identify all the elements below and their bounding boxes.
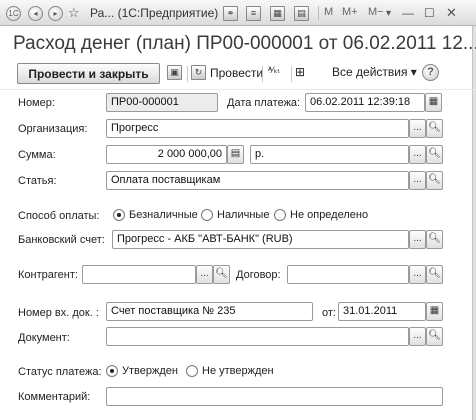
post-button-label: Провести bbox=[210, 65, 264, 80]
search-icon[interactable]: 🔍︎ bbox=[426, 230, 443, 249]
radio-undefined[interactable]: Не определено bbox=[274, 209, 368, 221]
incoming-doc-label: Номер вх. док. : bbox=[18, 307, 99, 319]
radio-icon bbox=[106, 365, 118, 377]
counterparty-field[interactable] bbox=[82, 265, 196, 284]
payment-status-label: Статус платежа: bbox=[18, 366, 102, 378]
pay-date-label: Дата платежа: bbox=[227, 97, 301, 109]
radio-approved[interactable]: Утвержден bbox=[106, 365, 178, 377]
forward-arrow-icon[interactable]: ▸ bbox=[48, 5, 63, 21]
toolbar: Провести и закрыть ▣ ↻ Провести ᴬ⁄ₖₜ ⊞ В… bbox=[10, 60, 466, 86]
search-icon[interactable]: 🔍︎ bbox=[426, 145, 443, 164]
select-button[interactable]: ... bbox=[196, 265, 213, 284]
radio-icon bbox=[201, 209, 213, 221]
radio-label: Утвержден bbox=[122, 365, 178, 377]
separator bbox=[187, 66, 188, 82]
radio-label: Не определено bbox=[290, 209, 369, 221]
radio-label: Не утвержден bbox=[202, 365, 274, 377]
close-icon[interactable]: ✕ bbox=[446, 5, 457, 21]
contract-field[interactable] bbox=[287, 265, 409, 284]
document-label: Документ: bbox=[18, 332, 70, 344]
select-button[interactable]: ... bbox=[409, 265, 426, 284]
calculator-icon[interactable]: ▤ bbox=[294, 5, 309, 21]
pay-date-field[interactable]: 06.02.2011 12:39:18 bbox=[305, 93, 425, 112]
article-field[interactable]: Оплата поставщикам bbox=[106, 171, 409, 190]
maximize-icon[interactable]: ☐ bbox=[424, 5, 435, 21]
comment-label: Комментарий: bbox=[18, 391, 91, 403]
select-button[interactable]: ... bbox=[409, 171, 426, 190]
counterparty-label: Контрагент: bbox=[18, 269, 78, 281]
document-icon[interactable]: ≡ bbox=[246, 5, 261, 21]
radio-icon bbox=[113, 209, 125, 221]
separator bbox=[291, 66, 292, 82]
pay-method-label: Способ оплаты: bbox=[18, 210, 100, 222]
search-icon[interactable]: 🔍︎ bbox=[426, 265, 443, 284]
radio-label: Безналичные bbox=[129, 209, 198, 221]
select-button[interactable]: ... bbox=[409, 145, 426, 164]
radio-cashless[interactable]: Безналичные bbox=[113, 209, 198, 221]
radio-icon bbox=[186, 365, 198, 377]
currency-field[interactable]: р. bbox=[250, 145, 409, 164]
organization-label: Организация: bbox=[18, 123, 88, 135]
divider bbox=[0, 89, 476, 90]
minimize-icon[interactable]: — bbox=[402, 5, 414, 21]
calculator-icon[interactable]: ▤ bbox=[227, 145, 244, 164]
select-button[interactable]: ... bbox=[409, 230, 426, 249]
document-field[interactable] bbox=[106, 327, 409, 346]
bank-account-label: Банковский счет: bbox=[18, 234, 105, 246]
radio-label: Наличные bbox=[217, 209, 270, 221]
sum-field[interactable]: 2 000 000,00 bbox=[106, 145, 227, 164]
calendar-icon[interactable]: ▦ bbox=[425, 93, 442, 112]
number-label: Номер: bbox=[18, 97, 55, 109]
organization-field[interactable]: Прогресс bbox=[106, 119, 409, 138]
1c-logo-icon[interactable]: 1C bbox=[6, 5, 21, 21]
post-document-icon: ↻ bbox=[191, 65, 206, 80]
radio-icon bbox=[274, 209, 286, 221]
post-and-close-button[interactable]: Провести и закрыть bbox=[17, 63, 160, 84]
bank-account-field[interactable]: Прогресс - АКБ "АВТ-БАНК" (RUB) bbox=[112, 230, 409, 249]
radio-cash[interactable]: Наличные bbox=[201, 209, 269, 221]
radio-not-approved[interactable]: Не утвержден bbox=[186, 365, 274, 377]
save-icon: ▣ bbox=[167, 65, 182, 80]
search-icon[interactable]: 🔍︎ bbox=[213, 265, 230, 284]
from-date-label: от: bbox=[322, 307, 336, 319]
calendar-icon[interactable]: ▦ bbox=[270, 5, 285, 21]
dropdown-icon[interactable]: ▾ bbox=[386, 5, 391, 21]
memory-m-button[interactable]: M bbox=[324, 6, 333, 18]
sum-label: Сумма: bbox=[18, 149, 56, 161]
article-label: Статья: bbox=[18, 175, 57, 187]
select-button[interactable]: ... bbox=[409, 119, 426, 138]
incoming-doc-field[interactable]: Счет поставщика № 235 bbox=[106, 302, 313, 321]
separator bbox=[262, 66, 263, 82]
all-actions-menu[interactable]: Все действия ▾ bbox=[332, 65, 417, 79]
window-titlebar: 1C ◂ ▸ ☆ Ра... (1С:Предприятие) ⚭ ≡ ▦ ▤ … bbox=[0, 0, 476, 26]
window-border bbox=[472, 26, 476, 420]
comment-field[interactable] bbox=[106, 387, 443, 406]
help-icon[interactable]: ? bbox=[422, 64, 439, 81]
calendar-icon[interactable]: ▦ bbox=[426, 302, 443, 321]
save-button[interactable]: ▣ bbox=[167, 65, 182, 80]
from-date-field[interactable]: 31.01.2011 bbox=[338, 302, 426, 321]
link-icon[interactable]: ⚭ bbox=[223, 5, 238, 21]
star-icon[interactable]: ☆ bbox=[68, 5, 80, 21]
structure-icon[interactable]: ⊞ bbox=[295, 65, 305, 79]
page-title: Расход денег (план) ПР00-000001 от 06.02… bbox=[13, 33, 476, 54]
post-button[interactable]: ↻ Провести bbox=[191, 65, 263, 80]
search-icon[interactable]: 🔍︎ bbox=[426, 171, 443, 190]
memory-plus-button[interactable]: M+ bbox=[342, 6, 358, 18]
select-button[interactable]: ... bbox=[409, 327, 426, 346]
separator bbox=[318, 6, 319, 20]
search-icon[interactable]: 🔍︎ bbox=[426, 119, 443, 138]
contract-label: Договор: bbox=[236, 269, 281, 281]
number-field[interactable]: ПР00-000001 bbox=[106, 93, 218, 112]
debit-credit-icon[interactable]: ᴬ⁄ₖₜ bbox=[268, 65, 280, 76]
search-icon[interactable]: 🔍︎ bbox=[426, 327, 443, 346]
window-title: Ра... (1С:Предприятие) bbox=[90, 6, 219, 20]
memory-minus-button[interactable]: M− bbox=[368, 6, 384, 18]
back-arrow-icon[interactable]: ◂ bbox=[28, 5, 43, 21]
